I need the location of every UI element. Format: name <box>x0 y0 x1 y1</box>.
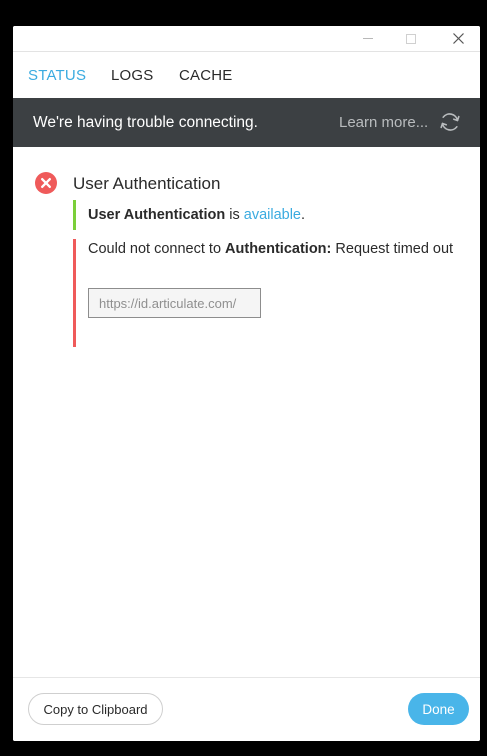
tab-bar: STATUS LOGS CACHE <box>13 52 480 98</box>
copy-to-clipboard-button[interactable]: Copy to Clipboard <box>28 693 163 725</box>
footer: Copy to Clipboard Done <box>13 677 480 741</box>
minimize-button[interactable] <box>354 26 382 51</box>
error-detail: Request timed out <box>331 241 454 257</box>
maximize-icon <box>406 33 416 44</box>
endpoint-url-field[interactable]: https://id.articulate.com/ <box>88 288 261 318</box>
status-end: . <box>301 207 306 223</box>
minimize-icon <box>363 38 373 39</box>
refresh-icon[interactable] <box>438 110 462 134</box>
error-message: Could not connect to Authentication: Req… <box>88 239 468 259</box>
learn-more-link[interactable]: Learn more... <box>339 114 428 131</box>
status-connector: is <box>225 207 244 223</box>
section-title: User Authentication <box>73 174 221 193</box>
error-target: Authentication: <box>225 241 332 257</box>
close-button[interactable] <box>444 26 472 51</box>
tab-logs[interactable]: LOGS <box>111 67 153 84</box>
tab-status[interactable]: STATUS <box>28 67 86 84</box>
error-icon <box>35 172 57 194</box>
availability-state: available <box>243 207 302 223</box>
maximize-button[interactable] <box>397 26 425 51</box>
status-ok-text: User Authentication is available. <box>88 207 305 223</box>
status-item-error: Could not connect to Authentication: Req… <box>73 239 453 347</box>
connection-status-window: STATUS LOGS CACHE We're having trouble c… <box>13 26 480 741</box>
error-prefix: Could not connect to <box>88 241 226 257</box>
title-bar <box>13 26 480 52</box>
tab-cache[interactable]: CACHE <box>179 67 233 84</box>
connection-warning-banner: We're having trouble connecting. Learn m… <box>13 98 480 147</box>
done-button[interactable]: Done <box>408 693 469 725</box>
banner-message: We're having trouble connecting. <box>33 114 258 131</box>
close-icon <box>452 33 464 44</box>
status-item-available: User Authentication is available. <box>73 200 305 230</box>
service-name: User Authentication <box>88 207 226 223</box>
